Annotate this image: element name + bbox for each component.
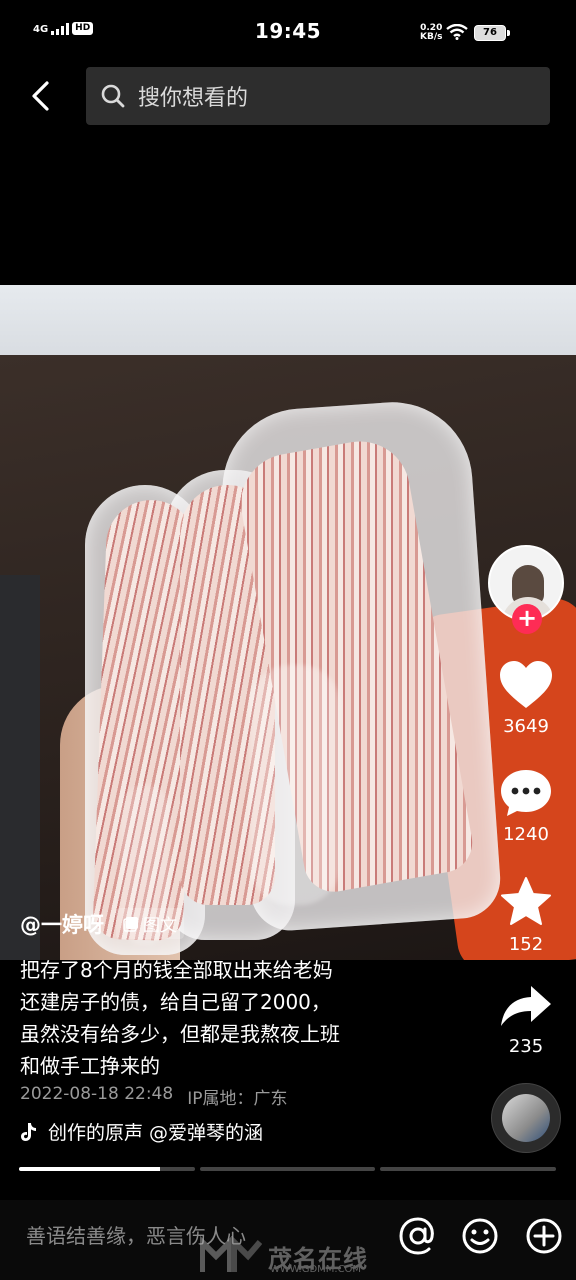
progress-segment bbox=[380, 1167, 557, 1171]
favorite-count: 152 bbox=[508, 934, 544, 955]
status-bar: 4G HD 19:45 0.20 KB/s 76 bbox=[0, 0, 576, 60]
description-line: 虽然没有给多少，但都是我熬夜上班 bbox=[20, 1022, 340, 1046]
emoji-icon[interactable] bbox=[460, 1216, 500, 1256]
watermark-url: WWW.GDMM.COM bbox=[270, 1264, 362, 1275]
site-watermark: 茂名在线 WWW.GDMM.COM bbox=[200, 1236, 368, 1276]
favorite-button[interactable]: 152 bbox=[490, 876, 562, 955]
battery-indicator: 76 bbox=[474, 25, 510, 41]
image-text-tag: 图文 bbox=[116, 908, 184, 939]
post-date: 2022-08-18 22:48 bbox=[20, 1084, 174, 1104]
progress-segment bbox=[19, 1167, 195, 1171]
music-cover bbox=[502, 1094, 550, 1142]
plastic-glare bbox=[250, 665, 340, 905]
heart-icon bbox=[500, 661, 552, 708]
mention-icon[interactable] bbox=[398, 1216, 438, 1256]
description-line: 和做手工挣来的 bbox=[20, 1054, 160, 1078]
background-cloth bbox=[0, 575, 40, 960]
progress-segment bbox=[199, 1167, 376, 1171]
description-line: 还建房子的债，给自己留了2000， bbox=[20, 990, 331, 1014]
author-name[interactable]: @一婷呀 bbox=[20, 909, 104, 939]
search-placeholder: 搜你想看的 bbox=[138, 86, 249, 111]
wifi-icon bbox=[446, 24, 468, 40]
comment-count: 1240 bbox=[503, 824, 549, 845]
author-row: @一婷呀 图文 bbox=[20, 908, 184, 939]
back-arrow-icon[interactable] bbox=[26, 80, 58, 112]
progress-fill bbox=[19, 1167, 160, 1171]
watermark-logo-icon bbox=[200, 1236, 262, 1272]
ip-location: IP属地：广东 bbox=[187, 1089, 288, 1109]
music-row[interactable]: 创作的原声 @爱弹琴的涵 bbox=[20, 1118, 320, 1145]
network-speed: 0.20 KB/s bbox=[420, 24, 442, 42]
music-disc[interactable] bbox=[492, 1084, 560, 1152]
share-button[interactable]: 235 bbox=[490, 984, 562, 1057]
star-icon bbox=[501, 877, 551, 925]
search-icon bbox=[101, 84, 125, 108]
follow-button[interactable]: + bbox=[512, 604, 542, 634]
add-icon[interactable] bbox=[524, 1216, 564, 1256]
tiktok-note-icon bbox=[21, 1122, 36, 1141]
search-bar[interactable]: 搜你想看的 bbox=[86, 67, 550, 125]
post-description[interactable]: 把存了8个月的钱全部取出来给老妈 还建房子的债，给自己留了2000， 虽然没有给… bbox=[20, 954, 480, 1082]
image-text-label: 图文 bbox=[143, 916, 177, 936]
post-meta: 2022-08-18 22:48 IP属地：广东 bbox=[20, 1084, 287, 1109]
music-title: 创作的原声 @爱弹琴的涵 bbox=[48, 1122, 264, 1144]
image-progress[interactable] bbox=[19, 1167, 557, 1171]
like-button[interactable]: 3649 bbox=[490, 660, 562, 737]
speed-unit: KB/s bbox=[420, 32, 443, 42]
post-image[interactable] bbox=[0, 285, 576, 960]
description-line: 把存了8个月的钱全部取出来给老妈 bbox=[20, 958, 333, 982]
comment-icon bbox=[501, 770, 551, 816]
like-count: 3649 bbox=[503, 716, 549, 737]
share-icon bbox=[501, 986, 551, 1026]
comment-button[interactable]: 1240 bbox=[490, 768, 562, 845]
gallery-icon bbox=[123, 916, 138, 932]
share-count: 235 bbox=[508, 1036, 544, 1057]
